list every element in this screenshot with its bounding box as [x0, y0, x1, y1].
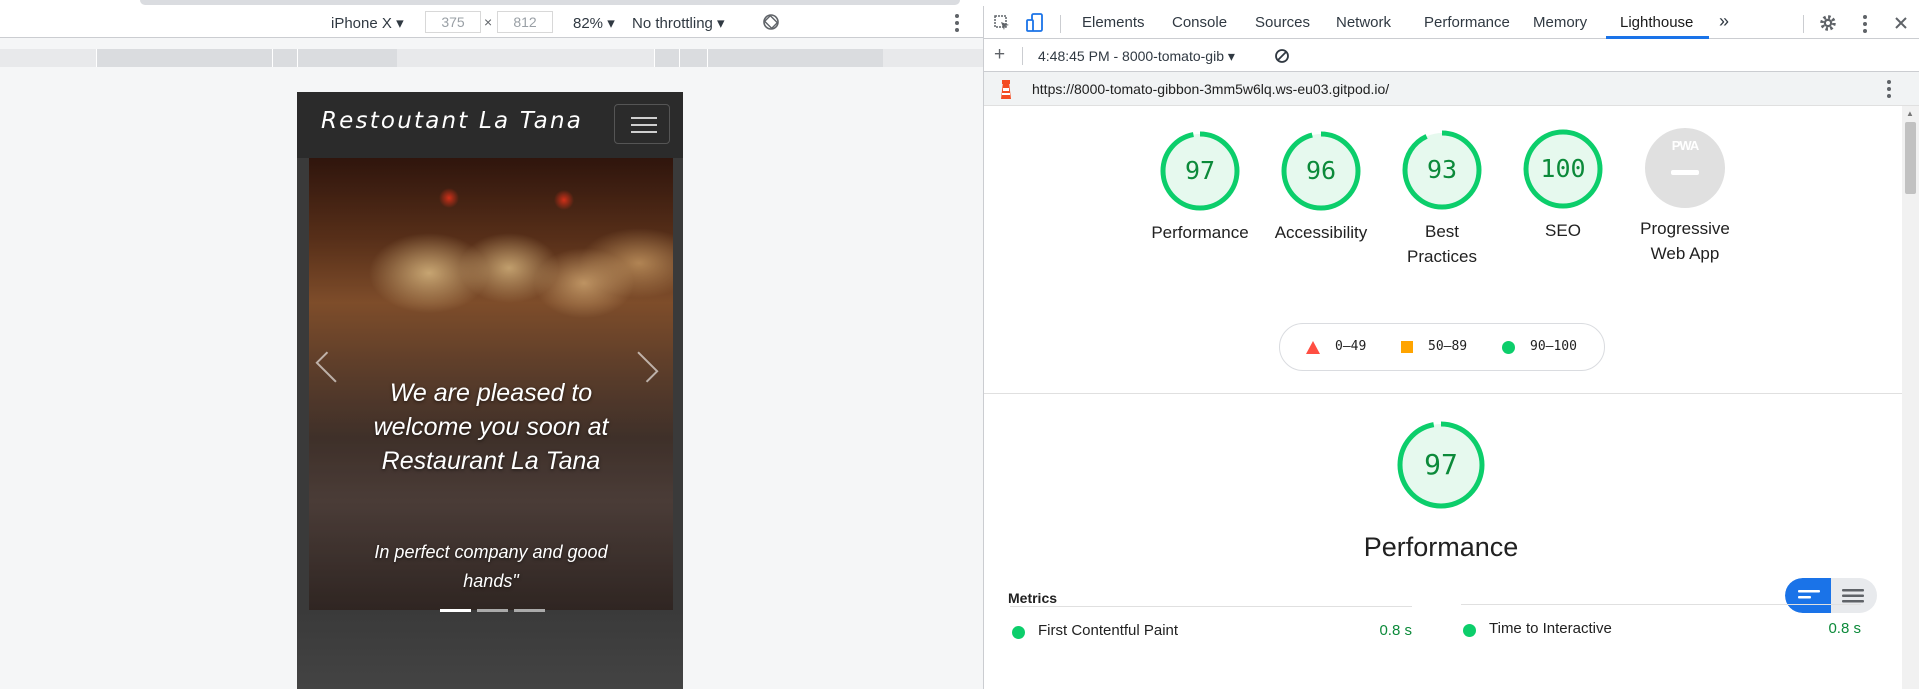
tab-elements[interactable]: Elements: [1082, 14, 1145, 31]
toolbar-divider: [1803, 15, 1804, 33]
hero-caption: We are pleased to welcome you soon at Re…: [373, 379, 609, 475]
report-url-bar: https://8000-tomato-gibbon-3mm5w6lq.ws-e…: [984, 72, 1919, 106]
tab-sources[interactable]: Sources: [1255, 14, 1310, 31]
browser-tab-edge: [140, 0, 960, 5]
carousel-indicator-1[interactable]: [440, 609, 471, 612]
throttling-value: No throttling: [632, 15, 713, 32]
metrics-heading: Metrics: [1008, 590, 1058, 606]
height-input[interactable]: 812: [497, 11, 553, 33]
rotate-icon[interactable]: [762, 13, 780, 31]
report-scrollbar[interactable]: ▲: [1902, 106, 1919, 689]
gauge-score: 100: [1540, 154, 1586, 183]
gauge-accessibility[interactable]: 96: [1280, 130, 1362, 212]
tab-performance[interactable]: Performance: [1424, 14, 1510, 31]
fail-triangle-icon: [1306, 341, 1320, 354]
lighthouse-logo-icon: [1001, 80, 1011, 99]
gauge-score: 97: [1184, 156, 1216, 185]
report-url[interactable]: https://8000-tomato-gibbon-3mm5w6lq.ws-e…: [1032, 81, 1389, 97]
site-section-below: [297, 610, 683, 689]
carousel-indicator-3[interactable]: [514, 609, 545, 612]
hamburger-menu-button[interactable]: [614, 104, 670, 144]
lighthouse-report-bar: + 4:48:45 PM - 8000-tomato-gib ▾: [984, 39, 1919, 72]
metric-name: Time to Interactive: [1489, 620, 1612, 637]
tab-lighthouse[interactable]: Lighthouse: [1620, 14, 1693, 31]
devtools-menu-icon[interactable]: [1863, 15, 1867, 33]
section-divider: [984, 393, 1902, 394]
metric-value: 0.8 s: [1828, 620, 1861, 637]
gauge-performance[interactable]: 97: [1159, 130, 1241, 212]
gauge-label-best-practices: Best Practices: [1407, 222, 1477, 266]
toolbar-divider: [1060, 15, 1061, 33]
gear-icon[interactable]: [1819, 14, 1837, 32]
report-menu-icon[interactable]: [1887, 80, 1891, 98]
compact-lines-icon: [1798, 590, 1820, 599]
device-toolbar: iPhone X ▾ 375 × 812 82% ▾ No throttling…: [0, 6, 983, 38]
lighthouse-report: 97 Performance 96 Accessibility 93 Best …: [984, 106, 1902, 689]
gauge-score: 93: [1426, 155, 1458, 184]
chevron-down-icon: ▾: [396, 15, 404, 32]
legend-pass: 90–100: [1530, 339, 1577, 354]
gauge-label-pwa: Progressive Web App: [1640, 219, 1730, 263]
zoom-select[interactable]: 82% ▾: [573, 14, 615, 32]
metric-name: First Contentful Paint: [1038, 622, 1179, 639]
device-select[interactable]: iPhone X ▾: [331, 14, 404, 32]
metric-row: First Contentful Paint 0.8 s: [1010, 606, 1412, 652]
chevron-down-icon: ▾: [607, 15, 615, 32]
score-legend: 0–49 50–89 90–100: [1279, 323, 1605, 371]
devtools-tabbar: Elements Console Sources Network Perform…: [984, 6, 1919, 39]
pass-circle-icon: [1502, 341, 1515, 354]
device-toggle-icon[interactable]: [1026, 13, 1044, 33]
throttling-select[interactable]: No throttling ▾: [632, 14, 725, 32]
gauge-score: 96: [1305, 156, 1337, 185]
gauge-pwa[interactable]: PWA: [1644, 127, 1726, 209]
report-name: 4:48:45 PM - 8000-tomato-gib: [1038, 48, 1224, 64]
hero-subcaption: In perfect company and good hands": [374, 542, 608, 591]
scroll-up-icon[interactable]: ▲: [1906, 109, 1914, 118]
legend-average: 50–89: [1428, 339, 1468, 354]
expanded-lines-icon[interactable]: [1842, 588, 1864, 603]
device-name: iPhone X: [331, 15, 392, 32]
site-brand[interactable]: Restoutant La Tana: [321, 108, 583, 134]
chevron-down-icon: ▾: [1227, 48, 1235, 64]
report-select[interactable]: 4:48:45 PM - 8000-tomato-gib ▾: [1038, 48, 1235, 65]
media-query-ruler[interactable]: [0, 49, 983, 67]
gauge-score: 97: [1424, 448, 1458, 481]
inspect-element-icon[interactable]: [993, 14, 1011, 32]
gauge-performance-large: 97: [1396, 420, 1486, 510]
tab-memory[interactable]: Memory: [1533, 14, 1587, 31]
site-navbar: Restoutant La Tana: [297, 92, 683, 158]
close-icon[interactable]: [1894, 16, 1908, 30]
pass-circle-icon: [1012, 626, 1025, 639]
average-square-icon: [1401, 341, 1413, 353]
dimension-separator: ×: [484, 14, 493, 30]
metric-row: Time to Interactive 0.8 s: [1461, 604, 1861, 650]
gauge-label-accessibility: Accessibility: [1274, 223, 1368, 242]
tab-network[interactable]: Network: [1336, 14, 1391, 31]
gauge-seo[interactable]: 100: [1522, 128, 1604, 210]
screen: iPhone X ▾ 375 × 812 82% ▾ No throttling…: [0, 0, 1919, 689]
more-options-icon[interactable]: [955, 14, 959, 32]
hero-carousel: We are pleased to welcome you soon at Re…: [309, 158, 673, 610]
clear-icon[interactable]: [1274, 48, 1290, 64]
tab-console[interactable]: Console: [1172, 14, 1227, 31]
performance-title: Performance: [1363, 532, 1519, 562]
metric-value: 0.8 s: [1379, 622, 1412, 639]
chevron-down-icon: ▾: [717, 15, 725, 32]
pwa-badge-text: PWA: [1671, 138, 1700, 153]
scrollbar-thumb[interactable]: [1905, 122, 1916, 194]
carousel-indicator-2[interactable]: [477, 609, 508, 612]
toolbar-divider: [1022, 47, 1023, 65]
more-tabs-icon[interactable]: »: [1719, 11, 1729, 32]
pass-circle-icon: [1463, 624, 1476, 637]
zoom-value: 82%: [573, 15, 604, 32]
gauge-label-performance: Performance: [1151, 223, 1249, 242]
new-report-button[interactable]: +: [994, 44, 1005, 66]
device-emulation-area: iPhone X ▾ 375 × 812 82% ▾ No throttling…: [0, 6, 983, 689]
devtools-panel: Elements Console Sources Network Perform…: [984, 6, 1919, 689]
gauge-label-seo: SEO: [1545, 221, 1581, 240]
device-viewport: Restoutant La Tana We are pleased to wel…: [297, 92, 683, 689]
width-input[interactable]: 375: [425, 11, 481, 33]
gauge-best-practices[interactable]: 93: [1401, 129, 1483, 211]
legend-fail: 0–49: [1335, 339, 1367, 354]
